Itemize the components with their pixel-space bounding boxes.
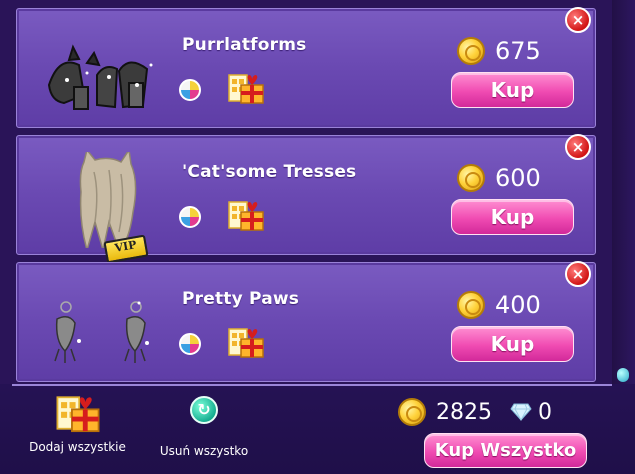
total-row: 2825 0 bbox=[398, 398, 552, 426]
color-wheel-icon[interactable] bbox=[179, 333, 201, 355]
gift-icon[interactable] bbox=[227, 198, 265, 232]
price-value: 675 bbox=[495, 37, 541, 65]
gift-icon bbox=[56, 396, 99, 433]
close-icon[interactable]: × bbox=[565, 7, 591, 33]
buy-all-button[interactable]: Kup Wszystko bbox=[424, 433, 587, 468]
scroll-thumb[interactable] bbox=[617, 368, 629, 382]
coin-icon bbox=[457, 37, 485, 65]
price-value: 600 bbox=[495, 164, 541, 192]
item-name: Pretty Paws bbox=[182, 289, 300, 309]
cart-item: Pretty Paws 400 Kup × bbox=[16, 261, 596, 382]
item-name: Purrlatforms bbox=[182, 35, 307, 55]
scrollbar[interactable] bbox=[612, 0, 635, 384]
buy-button[interactable]: Kup bbox=[451, 199, 574, 235]
pretty-paws-thumbnail bbox=[54, 301, 149, 363]
purrlatforms-thumbnail bbox=[47, 44, 153, 110]
color-wheel-icon[interactable] bbox=[179, 206, 201, 228]
add-all-label: Dodaj wszystkie bbox=[29, 440, 126, 454]
remove-all-label: Usuń wszystko bbox=[159, 444, 249, 458]
diamond-icon bbox=[510, 403, 532, 421]
buy-button[interactable]: Kup bbox=[451, 72, 574, 108]
cat-some-tresses-thumbnail bbox=[79, 152, 137, 248]
color-wheel-icon[interactable] bbox=[179, 79, 201, 101]
coin-icon bbox=[457, 164, 485, 192]
coin-icon bbox=[457, 291, 485, 319]
total-coins: 2825 bbox=[436, 399, 492, 425]
close-icon[interactable]: × bbox=[565, 134, 591, 160]
gift-icon[interactable] bbox=[227, 71, 265, 105]
price: 600 bbox=[457, 164, 541, 192]
close-icon[interactable]: × bbox=[565, 261, 591, 287]
coin-icon bbox=[398, 398, 426, 426]
remove-all-button[interactable]: ↻ Usuń wszystko bbox=[152, 396, 256, 458]
divider bbox=[12, 384, 612, 386]
price: 400 bbox=[457, 291, 541, 319]
price: 675 bbox=[457, 37, 541, 65]
total-diamonds: 0 bbox=[538, 399, 552, 425]
add-all-button[interactable]: Dodaj wszystkie bbox=[25, 392, 130, 454]
reset-icon: ↻ bbox=[190, 396, 218, 424]
cart-item: Purrlatforms 675 Kup × bbox=[16, 7, 596, 128]
buy-button[interactable]: Kup bbox=[451, 326, 574, 362]
item-name: 'Cat'some Tresses bbox=[182, 162, 357, 182]
shopping-cart-list: Purrlatforms 675 Kup × VIP 'Cat'some Tre… bbox=[0, 0, 612, 384]
cart-item: VIP 'Cat'some Tresses 600 Kup × bbox=[16, 134, 596, 264]
price-value: 400 bbox=[495, 291, 541, 319]
gift-icon[interactable] bbox=[227, 325, 265, 359]
